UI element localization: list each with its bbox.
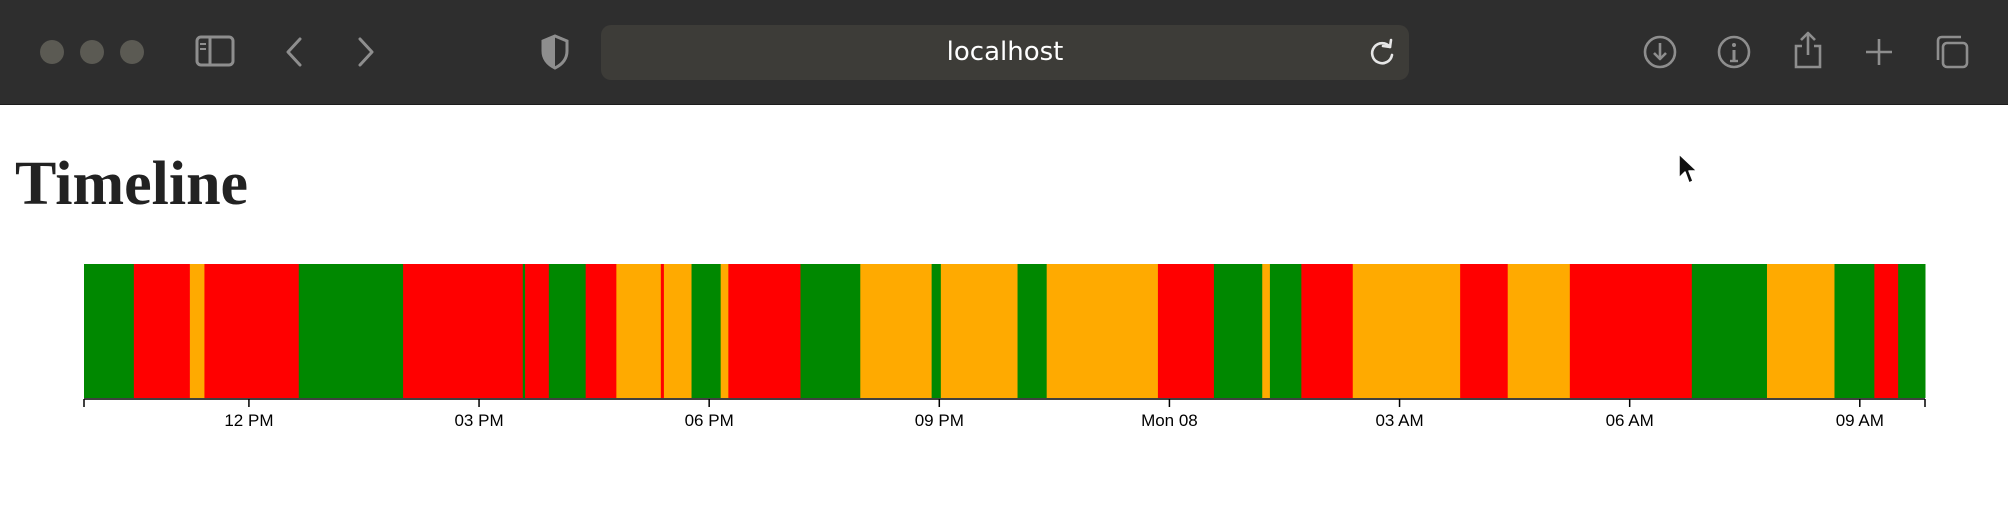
forward-arrow-icon[interactable] xyxy=(356,36,376,68)
timeline-segment-red xyxy=(1569,264,1693,398)
timeline-segment-red xyxy=(1460,264,1509,398)
timeline-segment-green xyxy=(1834,264,1875,398)
axis-tick-label: 03 PM xyxy=(454,411,503,430)
mouse-cursor-icon xyxy=(1677,152,1699,191)
timeline-segment-orange xyxy=(616,264,662,398)
page-title: Timeline xyxy=(15,150,249,218)
timeline-segments xyxy=(84,264,1926,398)
axis-tick-label: 06 AM xyxy=(1606,411,1654,430)
timeline-segment-red xyxy=(1874,264,1899,398)
timeline-segment-red xyxy=(403,264,524,398)
timeline-segment-red xyxy=(728,264,801,398)
timeline-segment-orange xyxy=(720,264,729,398)
timeline-segment-green xyxy=(548,264,587,398)
new-tab-plus-icon[interactable] xyxy=(1864,37,1894,67)
timeline-segment-red xyxy=(585,264,617,398)
address-bar[interactable]: localhost xyxy=(601,25,1409,80)
timeline-segment-green xyxy=(1691,264,1768,398)
minimize-window-button[interactable] xyxy=(80,40,104,64)
timeline-segment-orange xyxy=(940,264,1019,398)
timeline-segment-green xyxy=(800,264,861,398)
back-arrow-icon[interactable] xyxy=(284,36,304,68)
time-axis: 12 PM 03 PM 06 PM 09 PM Mon 08 03 AM 06 AM 09 A… xyxy=(83,398,1926,430)
timeline-segment-red xyxy=(660,264,665,398)
timeline-segment-green xyxy=(1017,264,1048,398)
downloads-icon[interactable] xyxy=(1642,34,1678,70)
timeline-segment-red xyxy=(525,264,550,398)
timeline-segment-green xyxy=(1213,264,1263,398)
privacy-shield-icon[interactable] xyxy=(540,34,570,70)
timeline-chart: 12 PM 03 PM 06 PM 09 PM Mon 08 03 AM 06 AM 09 A… xyxy=(83,264,1926,430)
timeline-segment-red xyxy=(1157,264,1215,398)
timeline-segment-green xyxy=(1898,264,1926,398)
timeline-segment-red xyxy=(133,264,191,398)
info-icon[interactable] xyxy=(1716,34,1752,70)
axis-tick-label: 06 PM xyxy=(685,411,734,430)
timeline-segment-green xyxy=(298,264,404,398)
timeline-segment-red xyxy=(1301,264,1354,398)
browser-toolbar: localhost xyxy=(0,0,2008,105)
timeline-segment-orange xyxy=(1262,264,1271,398)
axis-tick-label: 09 AM xyxy=(1836,411,1884,430)
tab-overview-icon[interactable] xyxy=(1934,34,1970,70)
share-icon[interactable] xyxy=(1792,30,1824,70)
reload-icon[interactable] xyxy=(1368,38,1396,73)
timeline-segment-green xyxy=(691,264,722,398)
url-text: localhost xyxy=(946,37,1064,67)
axis-tick-label: 03 AM xyxy=(1375,411,1423,430)
zoom-window-button[interactable] xyxy=(120,40,144,64)
timeline-segment-red xyxy=(204,264,300,398)
axis-tick-label: 12 PM xyxy=(224,411,273,430)
close-window-button[interactable] xyxy=(40,40,64,64)
timeline-segment-orange xyxy=(1046,264,1159,398)
timeline-segment-orange xyxy=(1766,264,1835,398)
timeline-segment-orange xyxy=(860,264,933,398)
timeline-segment-green xyxy=(1269,264,1302,398)
axis-tick-label: 09 PM xyxy=(915,411,964,430)
timeline-segment-orange xyxy=(1352,264,1461,398)
sidebar-icon[interactable] xyxy=(195,35,235,67)
timeline-segment-orange xyxy=(189,264,205,398)
timeline-segment-green xyxy=(931,264,942,398)
timeline-segment-orange xyxy=(1507,264,1571,398)
timeline-segment-green xyxy=(84,264,135,398)
timeline-segment-orange xyxy=(663,264,693,398)
axis-tick-label: Mon 08 xyxy=(1141,411,1198,430)
